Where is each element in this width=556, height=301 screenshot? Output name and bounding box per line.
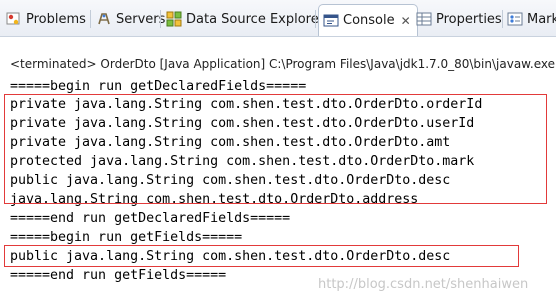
console-line: =====end run getDeclaredFields===== [10,211,291,226]
tab-data-source-explorer[interactable]: Data Source Explorer [166,6,324,32]
console-line: =====end run getFields===== [10,268,227,283]
properties-icon [416,11,432,27]
tab-divider [502,10,503,28]
console-output[interactable]: <terminated> OrderDto [Java Application]… [0,37,556,301]
highlight-box-declared-fields [4,94,547,204]
data-source-icon [166,11,182,27]
tab-markers[interactable]: Marke [507,6,556,32]
problems-icon [6,11,22,27]
tab-label: Marke [527,11,556,27]
servers-icon [96,11,112,27]
tab-console[interactable]: Console ✕ [318,4,418,36]
tab-divider [160,10,161,28]
tab-servers[interactable]: Servers [96,6,165,32]
watermark: http://blog.csdn.net/shenhaiwen [318,277,529,292]
tab-properties[interactable]: Properties [416,6,502,32]
tab-problems[interactable]: Problems [6,6,86,32]
tab-label: Console [343,13,395,28]
terminated-header: <terminated> OrderDto [Java Application]… [10,57,556,71]
tab-divider [90,10,91,28]
tab-label: Properties [436,11,502,27]
tab-label: Servers [116,11,166,27]
close-icon[interactable]: ✕ [401,14,411,28]
view-tab-bar: Problems Servers Data Source Explorer Co… [0,0,556,37]
tab-label: Problems [26,11,86,27]
highlight-box-fields [4,245,519,267]
console-icon [323,13,339,29]
markers-icon [507,11,523,27]
tab-divider [315,10,316,28]
tab-label: Data Source Explorer [186,11,325,27]
